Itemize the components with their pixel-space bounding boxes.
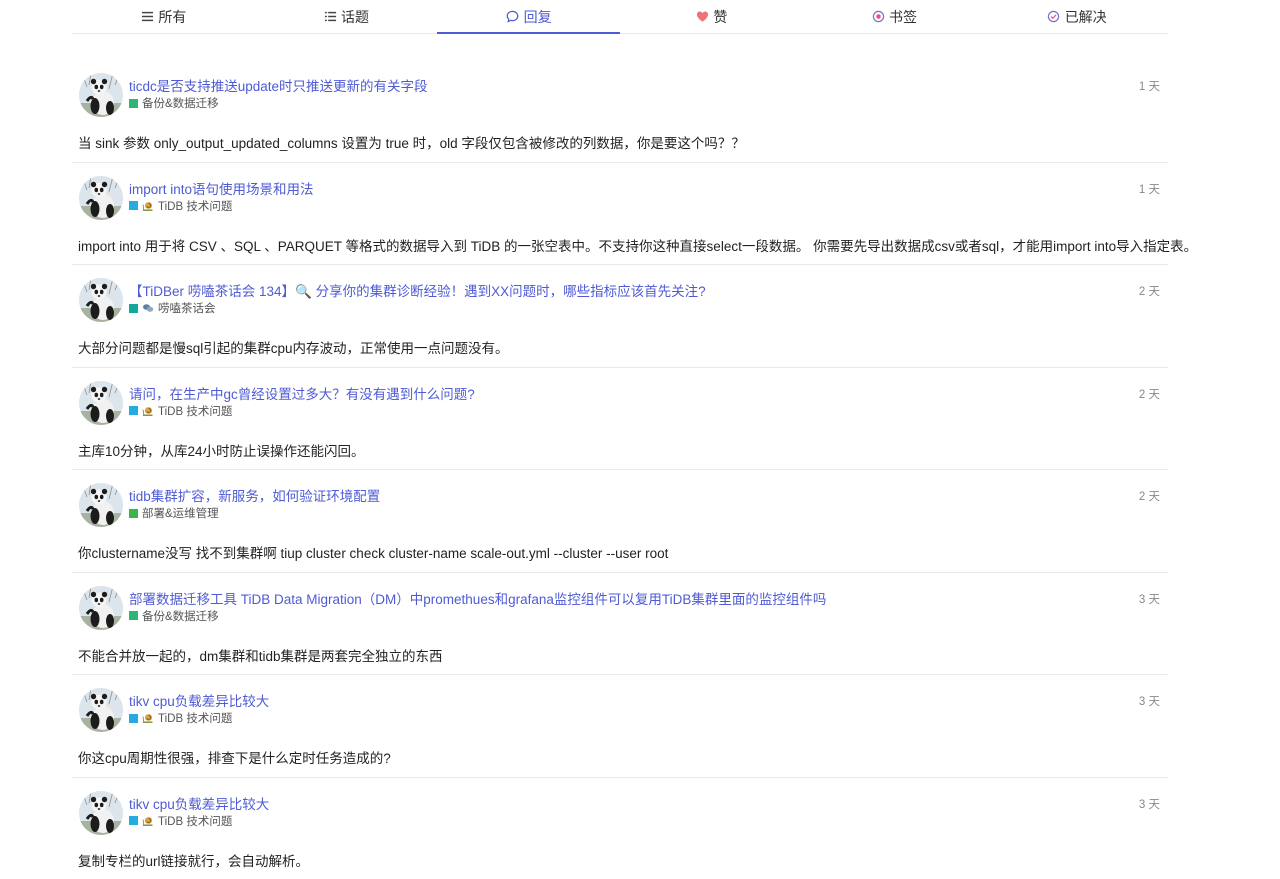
- snail-icon: [142, 200, 154, 212]
- snail-icon: [142, 712, 154, 724]
- avatar[interactable]: [79, 73, 123, 117]
- reply-list: ticdc是否支持推送update时只推送更新的有关字段 备份&数据迁移 1 天当 …: [72, 60, 1197, 879]
- topic-title-link[interactable]: tikv cpu负载差异比较大: [129, 690, 269, 710]
- category-badge[interactable]: TiDB 技术问题: [129, 710, 232, 726]
- reply-excerpt[interactable]: 你这cpu周期性很强，排查下是什么定时任务造成的?: [78, 747, 391, 767]
- snail-icon: [142, 815, 154, 827]
- avatar[interactable]: [79, 175, 123, 220]
- post-time[interactable]: 2 天: [1139, 386, 1160, 402]
- bookmark-icon: [871, 10, 885, 24]
- post-time[interactable]: 3 天: [1139, 693, 1160, 709]
- chat-bubbles-icon: [142, 302, 154, 314]
- category-color-square: [129, 713, 138, 723]
- list-icon: [140, 10, 154, 24]
- category-color-square: [129, 201, 138, 210]
- post-time[interactable]: 3 天: [1139, 796, 1160, 812]
- topic-title-link[interactable]: 请问，在生产中gc曾经设置过多大？有没有遇到什么问题?: [129, 383, 475, 403]
- category-badge[interactable]: TiDB 技术问题: [129, 198, 232, 214]
- category-badge[interactable]: 备份&数据迁移: [129, 95, 219, 111]
- avatar[interactable]: [79, 585, 123, 630]
- post-time[interactable]: 2 天: [1139, 488, 1160, 504]
- post-time[interactable]: 2 天: [1139, 283, 1160, 299]
- reply-excerpt[interactable]: 主库10分钟，从库24小时防止误操作还能闪回。: [78, 440, 365, 460]
- category-badge[interactable]: TiDB 技术问题: [129, 403, 232, 419]
- category-badge[interactable]: 备份&数据迁移: [129, 608, 219, 624]
- reply-excerpt[interactable]: import into 用于将 CSV 、SQL 、PARQUET 等格式的数据…: [78, 235, 1197, 255]
- reply-excerpt[interactable]: 当 sink 参数 only_output_updated_columns 设置…: [78, 132, 745, 152]
- list-item: tidb集群扩容，新服务，如何验证环境配置部署&运维管理 2 天你clustern…: [72, 470, 1168, 573]
- tab-label: 已解决: [1064, 8, 1107, 25]
- list-item: 请问，在生产中gc曾经设置过多大？有没有遇到什么问题? TiDB 技术问题 2 天主…: [72, 368, 1168, 470]
- post-time[interactable]: 1 天: [1139, 78, 1160, 94]
- tab-3[interactable]: 赞: [620, 0, 803, 33]
- category-color-square: [129, 98, 138, 108]
- tab-label: 所有: [158, 8, 187, 25]
- list-item: import into语句使用场景和用法 TiDB 技术问题 1 天 import i…: [72, 163, 1197, 265]
- topic-title-link[interactable]: tidb集群扩容，新服务，如何验证环境配置: [129, 485, 380, 505]
- category-color-square: [129, 406, 138, 415]
- topic-title-link[interactable]: import into语句使用场景和用法: [129, 178, 314, 198]
- category-color-square: [129, 508, 138, 518]
- reply-excerpt[interactable]: 大部分问题都是慢sql引起的集群cpu内存波动，正常使用一点问题没有。: [78, 337, 509, 357]
- category-name: TiDB 技术问题: [158, 815, 233, 828]
- avatar[interactable]: [79, 688, 123, 732]
- reply-excerpt[interactable]: 复制专栏的url链接就行，会自动解析。: [78, 850, 309, 870]
- comment-icon: [506, 10, 520, 24]
- avatar[interactable]: [79, 790, 123, 835]
- user-activity-page: 所有 话题 回复 赞 书签 已解决 ticdc是否支持推送update时只推送更新的有关字…: [0, 0, 1280, 879]
- topic-title-link[interactable]: 部署数据迁移工具 TiDB Data Migration（DM）中prometh…: [129, 588, 826, 608]
- bullet-list-icon: [323, 10, 337, 24]
- list-item: 【TiDBer 唠嗑茶话会 134】🔍 分享你的集群诊断经验！遇到XX问题时，哪…: [72, 265, 1168, 368]
- tab-0[interactable]: 所有: [72, 0, 255, 33]
- category-color-square: [129, 816, 138, 825]
- avatar[interactable]: [79, 278, 123, 322]
- reply-excerpt[interactable]: 你clustername没写 找不到集群啊 tiup cluster check…: [78, 542, 668, 562]
- post-time[interactable]: 1 天: [1139, 181, 1160, 197]
- avatar[interactable]: [79, 380, 123, 425]
- check-circle-icon: [1047, 10, 1061, 24]
- activity-tabs: 所有 话题 回复 赞 书签 已解决: [72, 0, 1168, 34]
- topic-title-link[interactable]: ticdc是否支持推送update时只推送更新的有关字段: [129, 75, 428, 95]
- tab-4[interactable]: 书签: [803, 0, 986, 33]
- list-item: ticdc是否支持推送update时只推送更新的有关字段备份&数据迁移 1 天当 …: [72, 60, 1168, 163]
- category-name: 唠嗑茶话会: [158, 303, 216, 315]
- category-color-square: [129, 303, 138, 313]
- category-name: 备份&数据迁移: [142, 98, 219, 110]
- tab-label: 回复: [523, 8, 552, 25]
- avatar[interactable]: [79, 483, 123, 527]
- category-badge[interactable]: 唠嗑茶话会: [129, 300, 216, 316]
- category-name: TiDB 技术问题: [158, 713, 233, 725]
- list-item: tikv cpu负载差异比较大 TiDB 技术问题 3 天你这cpu周期性很强，排查…: [72, 675, 1168, 778]
- category-name: 备份&数据迁移: [142, 610, 219, 623]
- snail-icon: [142, 405, 154, 417]
- list-item: tikv cpu负载差异比较大 TiDB 技术问题 3 天复制专栏的url链接就行，…: [72, 778, 1168, 879]
- tab-2[interactable]: 回复: [437, 0, 620, 34]
- category-badge[interactable]: TiDB 技术问题: [129, 813, 232, 829]
- topic-title-link[interactable]: 【TiDBer 唠嗑茶话会 134】🔍 分享你的集群诊断经验！遇到XX问题时，哪…: [129, 280, 706, 300]
- tab-1[interactable]: 话题: [255, 0, 438, 33]
- tab-label: 赞: [713, 8, 728, 25]
- reply-excerpt[interactable]: 不能合并放一起的，dm集群和tidb集群是两套完全独立的东西: [78, 645, 443, 665]
- post-time[interactable]: 3 天: [1139, 591, 1160, 607]
- category-name: TiDB 技术问题: [158, 200, 233, 213]
- category-badge[interactable]: 部署&运维管理: [129, 505, 219, 521]
- tab-5[interactable]: 已解决: [985, 0, 1168, 33]
- topic-title-link[interactable]: tikv cpu负载差异比较大: [129, 793, 269, 813]
- category-name: TiDB 技术问题: [158, 405, 233, 418]
- heart-icon: [695, 10, 709, 24]
- list-item: 部署数据迁移工具 TiDB Data Migration（DM）中prometh…: [72, 573, 1168, 675]
- category-color-square: [129, 611, 138, 620]
- category-name: 部署&运维管理: [142, 508, 219, 520]
- tab-label: 话题: [341, 8, 369, 25]
- tab-label: 书签: [889, 8, 918, 25]
